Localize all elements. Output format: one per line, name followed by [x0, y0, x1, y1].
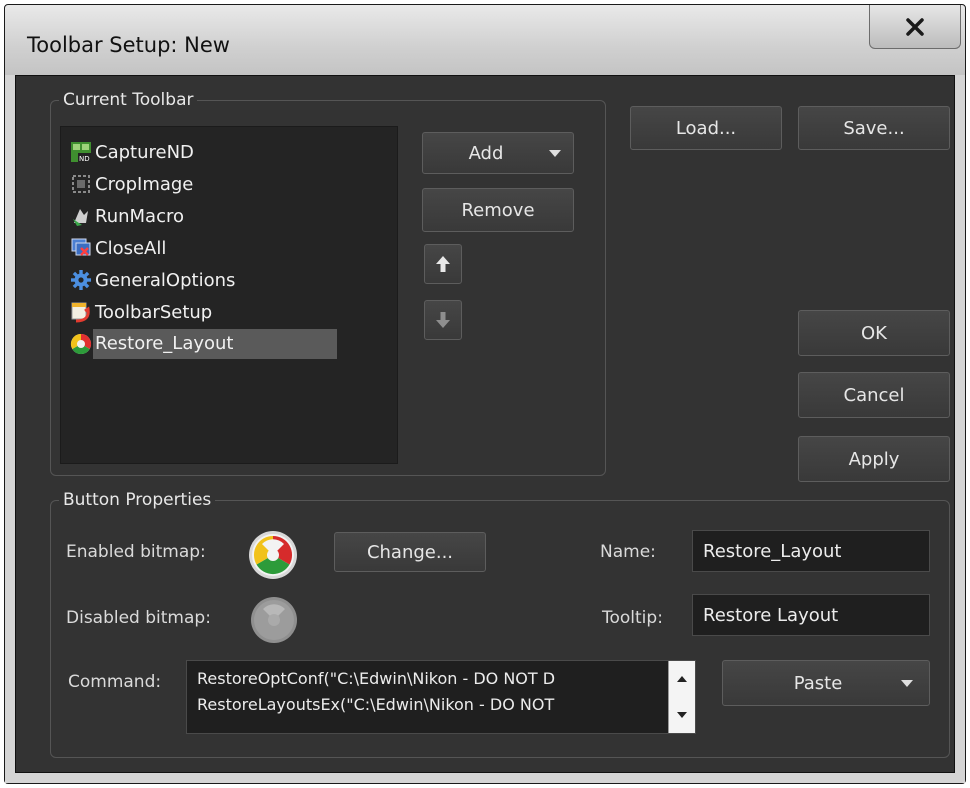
- command-label: Command:: [68, 672, 162, 692]
- list-item-capturend[interactable]: ND CaptureND: [69, 137, 198, 167]
- command-line: RestoreOptConf("C:\Edwin\Nikon - DO NOT …: [197, 669, 556, 688]
- chevron-down-icon: [901, 680, 913, 687]
- add-button[interactable]: Add: [422, 132, 574, 174]
- list-item-closeall[interactable]: CloseAll: [69, 233, 170, 263]
- chevron-down-icon: [549, 150, 561, 157]
- disabled-bitmap-label: Disabled bitmap:: [66, 608, 211, 628]
- paste-button-label: Paste: [793, 672, 843, 694]
- load-button-label: Load...: [675, 117, 737, 139]
- ok-button[interactable]: OK: [798, 310, 950, 356]
- save-button[interactable]: Save...: [798, 106, 950, 150]
- restore-layout-icon: [69, 332, 93, 356]
- name-label: Name:: [600, 542, 656, 562]
- remove-button-label: Remove: [461, 199, 535, 221]
- dialog-body: Current Toolbar ND CaptureND CropImage R…: [15, 75, 955, 773]
- arrow-up-icon: [436, 256, 450, 272]
- save-button-label: Save...: [843, 117, 905, 139]
- list-item-generaloptions[interactable]: GeneralOptions: [69, 265, 239, 295]
- scroll-up-button[interactable]: [669, 661, 695, 697]
- name-field[interactable]: Restore_Layout: [692, 530, 930, 572]
- title-bar: Toolbar Setup: New: [5, 5, 965, 76]
- command-line: RestoreLayoutsEx("C:\Edwin\Nikon - DO NO…: [197, 695, 555, 714]
- toolbar-setup-icon: [69, 300, 93, 324]
- apply-button-label: Apply: [848, 448, 900, 470]
- list-item-label: Restore_Layout: [93, 329, 337, 359]
- list-item-toolbarsetup[interactable]: ToolbarSetup: [69, 297, 216, 327]
- tooltip-field[interactable]: Restore Layout: [692, 594, 930, 636]
- tooltip-field-value: Restore Layout: [703, 604, 839, 626]
- list-item-runmacro[interactable]: RunMacro: [69, 201, 188, 231]
- change-bitmap-button[interactable]: Change...: [334, 532, 486, 572]
- paste-button[interactable]: Paste: [722, 660, 930, 706]
- chevron-up-icon: [677, 676, 687, 682]
- window-title: Toolbar Setup: New: [27, 33, 230, 57]
- list-item-label: CloseAll: [95, 237, 167, 259]
- button-properties-label: Button Properties: [59, 490, 216, 510]
- svg-text:ND: ND: [79, 155, 90, 163]
- ok-button-label: OK: [861, 322, 887, 344]
- arrow-down-icon: [436, 312, 450, 328]
- current-toolbar-label: Current Toolbar: [59, 90, 198, 110]
- crop-image-icon: [69, 172, 93, 196]
- close-button[interactable]: [869, 5, 961, 49]
- list-item-label: CaptureND: [95, 141, 194, 163]
- tooltip-label: Tooltip:: [602, 608, 663, 628]
- cancel-button-label: Cancel: [843, 384, 905, 406]
- capture-nd-icon: ND: [69, 140, 93, 164]
- change-button-label: Change...: [366, 541, 454, 563]
- move-down-button[interactable]: [424, 300, 462, 340]
- list-item-label: RunMacro: [95, 205, 184, 227]
- list-item-label: GeneralOptions: [95, 269, 236, 291]
- chevron-down-icon: [677, 712, 687, 718]
- list-item-restore-layout[interactable]: Restore_Layout: [69, 329, 337, 359]
- enabled-bitmap-icon: [248, 530, 298, 584]
- toolbar-items-list[interactable]: ND CaptureND CropImage RunMacro CloseAll…: [60, 126, 398, 464]
- command-textarea[interactable]: RestoreOptConf("C:\Edwin\Nikon - DO NOT …: [186, 660, 696, 734]
- name-field-value: Restore_Layout: [703, 540, 842, 562]
- close-icon: [906, 17, 924, 36]
- scroll-down-button[interactable]: [669, 697, 695, 733]
- add-button-label: Add: [468, 142, 504, 164]
- remove-button[interactable]: Remove: [422, 188, 574, 232]
- disabled-bitmap-icon: [250, 596, 298, 648]
- run-macro-icon: [69, 204, 93, 228]
- enabled-bitmap-label: Enabled bitmap:: [66, 542, 206, 562]
- apply-button[interactable]: Apply: [798, 436, 950, 482]
- command-scrollbar[interactable]: [668, 661, 695, 733]
- gear-icon: [69, 268, 93, 292]
- list-item-label: ToolbarSetup: [95, 301, 213, 323]
- cancel-button[interactable]: Cancel: [798, 372, 950, 418]
- list-item-label: CropImage: [95, 173, 194, 195]
- load-button[interactable]: Load...: [630, 106, 782, 150]
- move-up-button[interactable]: [424, 244, 462, 284]
- list-item-cropimage[interactable]: CropImage: [69, 169, 197, 199]
- window-frame: Current Toolbar ND CaptureND CropImage R…: [5, 75, 965, 783]
- close-all-icon: [69, 236, 93, 260]
- toolbar-setup-dialog: Toolbar Setup: New Current Toolbar ND Ca…: [4, 4, 966, 784]
